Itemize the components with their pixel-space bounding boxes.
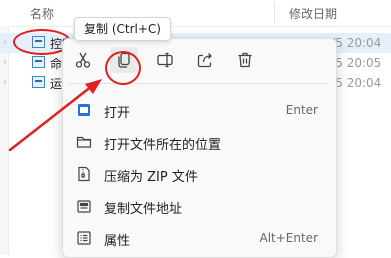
menu-item-compress-zip[interactable]: 压缩为 ZIP 文件 xyxy=(67,159,332,189)
copy-tooltip: 复制 (Ctrl+C) xyxy=(74,17,171,41)
annotation-oval-copy xyxy=(105,51,141,85)
menu-item-label: 压缩为 ZIP 文件 xyxy=(104,170,198,185)
share-button[interactable] xyxy=(191,47,219,73)
menu-item-open[interactable]: 打开 Enter xyxy=(67,95,332,125)
menu-item-label: 打开 xyxy=(104,106,131,121)
menu-item-properties[interactable]: 属性 Alt+Enter xyxy=(67,223,332,253)
file-name: 运 xyxy=(50,77,63,91)
context-menu: 打开 Enter 打开文件所在的位置 压缩为 ZIP 文件 复制文件地址 属性 … xyxy=(62,38,337,258)
file-name: 命 xyxy=(50,57,63,71)
scissors-icon xyxy=(75,52,91,68)
copy-path-icon xyxy=(77,200,91,213)
file-icon xyxy=(32,56,45,68)
trash-icon xyxy=(238,52,252,68)
quick-action-bar xyxy=(63,39,336,81)
menu-item-shortcut: Enter xyxy=(285,103,318,117)
zip-icon xyxy=(78,166,90,182)
column-header: 名称 修改日期 xyxy=(0,0,391,27)
rename-button[interactable] xyxy=(151,47,179,73)
file-icon xyxy=(32,76,45,88)
column-divider[interactable] xyxy=(274,2,275,24)
column-date-header[interactable]: 修改日期 xyxy=(289,5,337,22)
folder-icon xyxy=(76,136,92,148)
column-name-header[interactable]: 名称 xyxy=(30,5,54,22)
menu-divider xyxy=(69,83,330,84)
rename-icon xyxy=(157,52,173,68)
delete-button[interactable] xyxy=(231,47,259,73)
menu-item-label: 打开文件所在的位置 xyxy=(104,138,222,153)
cut-button[interactable] xyxy=(69,47,97,73)
menu-item-label: 属性 xyxy=(104,234,131,249)
menu-item-shortcut: Alt+Enter xyxy=(259,231,318,245)
properties-icon xyxy=(77,231,91,245)
open-app-icon xyxy=(78,104,90,116)
menu-item-copy-path[interactable]: 复制文件地址 xyxy=(67,191,332,221)
share-icon xyxy=(197,53,212,68)
chevron-right-icon: › xyxy=(3,77,7,88)
chevron-right-icon: › xyxy=(3,57,7,68)
menu-item-label: 复制文件地址 xyxy=(104,202,183,217)
chevron-right-icon: › xyxy=(3,37,7,48)
menu-item-open-location[interactable]: 打开文件所在的位置 xyxy=(67,127,332,157)
